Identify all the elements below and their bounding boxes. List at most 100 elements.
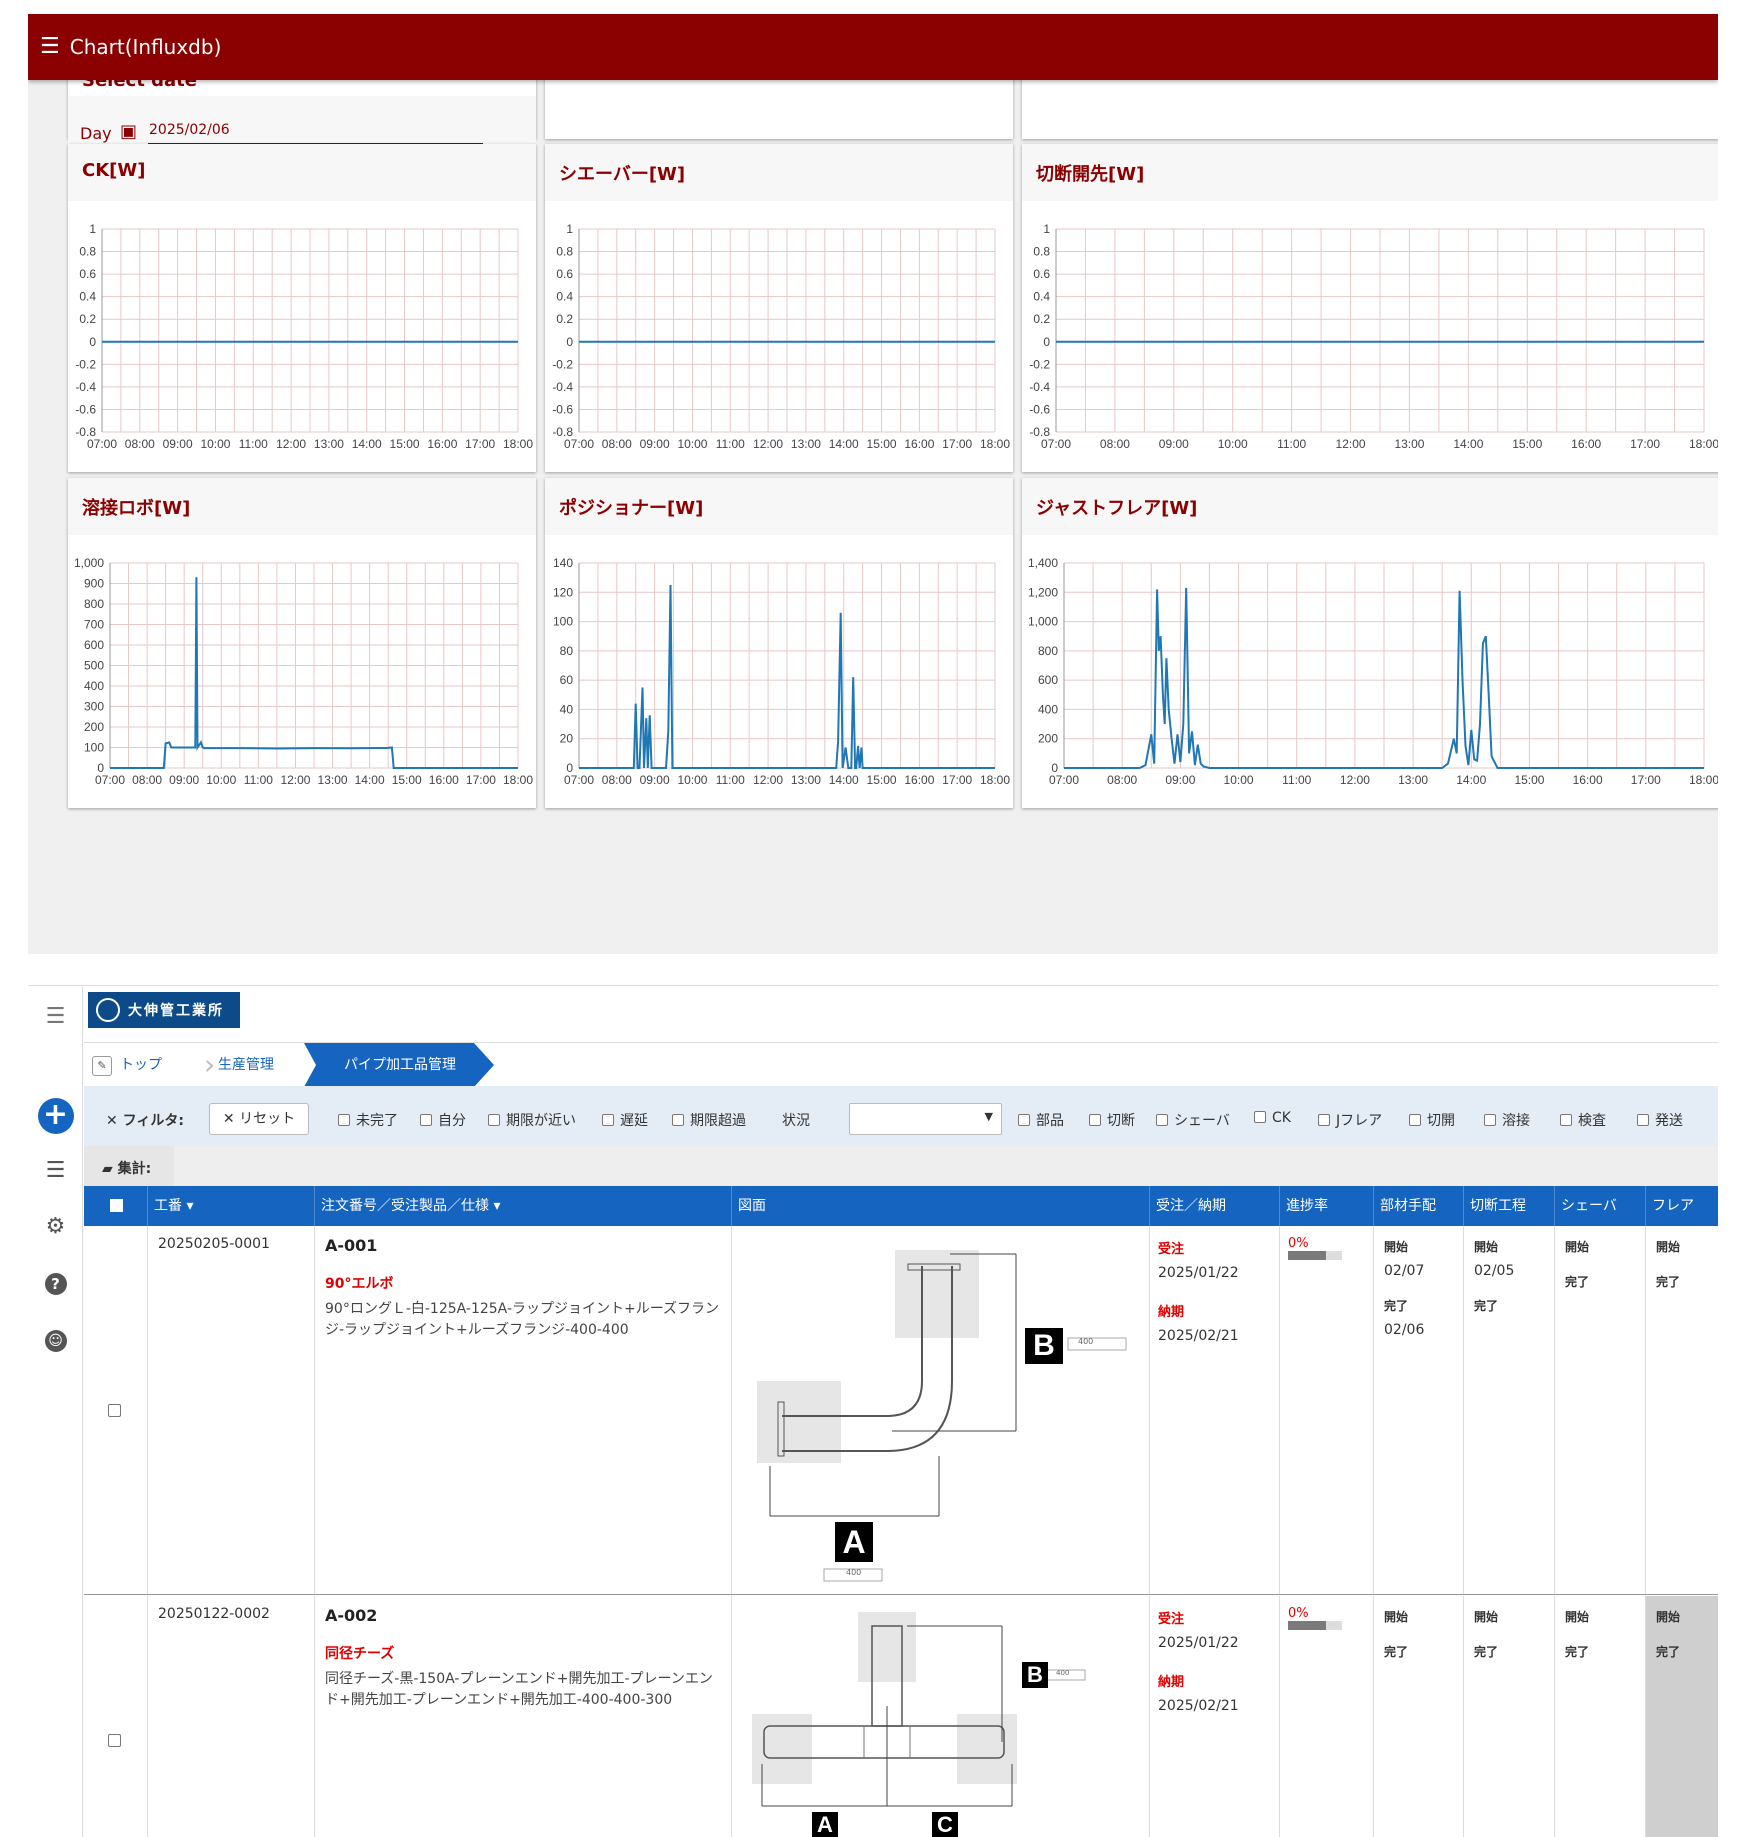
progress-bar <box>1288 1621 1342 1630</box>
col-id[interactable]: 工番 ▾ <box>148 1186 315 1226</box>
cutting-done[interactable]: 完了 <box>1474 1643 1554 1660</box>
filter-parts[interactable]: 部品 <box>1018 1110 1064 1130</box>
drawing-cell[interactable]: B 400 A 400 <box>732 1226 1150 1594</box>
drawing-cell[interactable]: B 400 A C <box>732 1596 1150 1837</box>
filter-shipping[interactable]: 発送 <box>1637 1110 1683 1130</box>
filter-bar: ✕ フィルタ: ✕ リセット 未完了 自分 期限が近い 遅延 期限超過 状況 ▼… <box>84 1086 1718 1146</box>
y-tick-label: 0.8 <box>79 245 96 259</box>
status-select[interactable]: ▼ <box>849 1103 1002 1135</box>
breadcrumb-pipe[interactable]: パイプ加工品管理 <box>304 1043 494 1087</box>
col-dates[interactable]: 受注／納期 <box>1150 1186 1280 1226</box>
y-tick-label: -0.6 <box>75 402 96 416</box>
filter-welding[interactable]: 溶接 <box>1484 1110 1530 1130</box>
cutting-start[interactable]: 開始 <box>1474 1238 1554 1255</box>
col-materials[interactable]: 部材手配 <box>1374 1186 1464 1226</box>
x-tick-label: 13:00 <box>1394 437 1424 451</box>
x-tick-label: 10:00 <box>200 437 230 451</box>
cutting-done[interactable]: 完了 <box>1474 1297 1554 1314</box>
shaver-done[interactable]: 完了 <box>1565 1643 1645 1660</box>
chart-card-positioner: ポジショナー[W] 140 120 100 80 60 40 20 0 07:00 08:00 09… <box>545 478 1013 808</box>
gear-icon[interactable]: ⚙ <box>28 1214 83 1239</box>
x-tick-label: 14:00 <box>352 437 382 451</box>
x-tick-label: 16:00 <box>904 437 934 451</box>
filter-jflare[interactable]: Jフレア <box>1318 1110 1382 1130</box>
filter-near-due[interactable]: 期限が近い <box>488 1110 576 1130</box>
help-icon[interactable]: ? <box>28 1270 83 1295</box>
y-tick-label: 40 <box>560 702 574 716</box>
col-cutting[interactable]: 切断工程 <box>1464 1186 1555 1226</box>
x-tick-label: 16:00 <box>1571 437 1601 451</box>
x-tick-label: 18:00 <box>503 437 533 451</box>
chart-shaver: 10.80.60.40.20-0.2-0.4-0.6-0.807:00 08:00… <box>552 222 1010 451</box>
x-tick-label: 10:00 <box>677 773 707 787</box>
reset-button[interactable]: ✕ リセット <box>209 1103 309 1135</box>
table-header: 工番 ▾ 注文番号／受注製品／仕様 ▾ 図面 受注／納期 進捗率 部材手配 切断… <box>84 1186 1718 1226</box>
date-input[interactable]: 2025/02/06 <box>149 122 230 138</box>
row-id[interactable]: 20250122-0002 <box>158 1606 314 1622</box>
elbow-drawing <box>757 1250 1127 1582</box>
hamburger-icon[interactable]: ☰ <box>28 1004 83 1029</box>
filter-incomplete[interactable]: 未完了 <box>338 1110 398 1130</box>
col-order[interactable]: 注文番号／受注製品／仕様 ▾ <box>315 1186 732 1226</box>
x-tick-label: 07:00 <box>564 773 594 787</box>
filter-overdue[interactable]: 期限超過 <box>672 1110 746 1130</box>
chart-ck: 10.80.60.40.20-0.2-0.4-0.6-0.807:00 08:00… <box>75 222 533 451</box>
filter-cut[interactable]: 切断 <box>1089 1110 1135 1130</box>
menu-icon[interactable]: ☰ <box>40 36 60 58</box>
filter-shaver[interactable]: シェーバ <box>1156 1110 1230 1130</box>
y-tick-label: -0.2 <box>75 357 96 371</box>
flare-start[interactable]: 開始 <box>1656 1238 1718 1255</box>
filter-opening[interactable]: 切開 <box>1409 1110 1455 1130</box>
col-drawing[interactable]: 図面 <box>732 1186 1150 1226</box>
x-tick-label: 09:00 <box>163 437 193 451</box>
col-shaver[interactable]: シェーバ <box>1555 1186 1646 1226</box>
link-icon: ✎ <box>92 1056 112 1076</box>
filter-ck[interactable]: CK <box>1254 1110 1291 1126</box>
company-logo[interactable]: 大伸管工業所 <box>88 992 240 1028</box>
materials-done[interactable]: 完了 <box>1384 1297 1463 1314</box>
filter-delayed[interactable]: 遅延 <box>602 1110 648 1130</box>
y-tick-label: 0.6 <box>556 267 573 281</box>
chart-card-cutting: 切断開先[W] 1 0.8 0.6 0.4 0.2 0 -0.2 -0.4 -0.6 -0.8 07… <box>1022 144 1718 472</box>
order-code[interactable]: A-001 <box>325 1236 721 1255</box>
app-title: Chart(Influxdb) <box>69 35 222 59</box>
breadcrumb-top[interactable]: ✎ トップ <box>92 1043 162 1087</box>
summary-label[interactable]: ▰ 集計: <box>102 1158 151 1178</box>
row-checkbox[interactable] <box>108 1734 121 1747</box>
materials-done[interactable]: 完了 <box>1384 1643 1463 1660</box>
flare-done[interactable]: 完了 <box>1656 1643 1718 1660</box>
y-tick-label: 0.8 <box>1033 245 1050 259</box>
row-checkbox[interactable] <box>108 1404 121 1417</box>
sort-icon: ▾ <box>489 1198 501 1214</box>
chart-title: 溶接ロボ[W] <box>68 478 536 535</box>
due-label: 納期 <box>1158 1675 1185 1690</box>
flare-done[interactable]: 完了 <box>1656 1273 1718 1290</box>
shaver-done[interactable]: 完了 <box>1565 1273 1645 1290</box>
select-all-checkbox[interactable] <box>110 1199 123 1212</box>
flare-start[interactable]: 開始 <box>1656 1608 1718 1625</box>
add-icon[interactable]: + <box>28 1098 83 1134</box>
col-progress[interactable]: 進捗率 <box>1280 1186 1374 1226</box>
product-type: 90°エルボ <box>325 1276 394 1292</box>
calendar-icon[interactable]: ▣ <box>120 121 137 142</box>
filter-mine[interactable]: 自分 <box>420 1110 466 1130</box>
materials-start[interactable]: 開始 <box>1384 1608 1463 1625</box>
x-tick-label: 12:00 <box>276 437 306 451</box>
shaver-start[interactable]: 開始 <box>1565 1608 1645 1625</box>
row-id[interactable]: 20250205-0001 <box>158 1236 314 1252</box>
x-tick-label: 15:00 <box>390 437 420 451</box>
breadcrumb-production[interactable]: 生産管理 <box>218 1043 274 1087</box>
cutting-start[interactable]: 開始 <box>1474 1608 1554 1625</box>
shaver-start[interactable]: 開始 <box>1565 1238 1645 1255</box>
materials-start[interactable]: 開始 <box>1384 1238 1463 1255</box>
product-type: 同径チーズ <box>325 1646 395 1662</box>
list-icon[interactable]: ☰ <box>28 1158 83 1183</box>
x-tick-label: 15:00 <box>392 773 422 787</box>
col-flare[interactable]: フレア <box>1646 1186 1718 1226</box>
x-tick-label: 15:00 <box>1512 437 1542 451</box>
user-icon[interactable]: ☺ <box>28 1326 83 1352</box>
filter-inspection[interactable]: 検査 <box>1560 1110 1606 1130</box>
logo-mark-icon <box>96 998 120 1022</box>
order-code[interactable]: A-002 <box>325 1606 721 1625</box>
logo-text: 大伸管工業所 <box>128 1003 224 1019</box>
